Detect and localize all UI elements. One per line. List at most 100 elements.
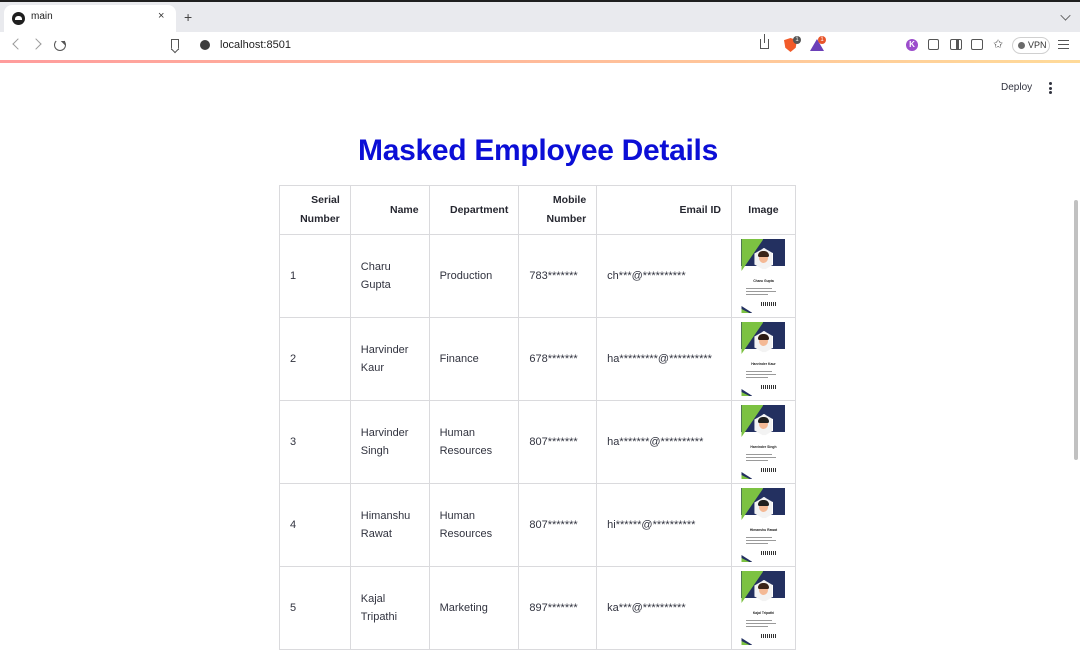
mobile-cell: 807******* [518, 483, 598, 567]
card-detail-line [746, 620, 773, 621]
address-bar[interactable]: localhost:8501 [220, 39, 291, 51]
employee-id-card-image: Kajal Tripathi [741, 571, 786, 645]
table-row: 5 Kajal Tripathi Marketing 897******* ka***@… [279, 566, 797, 650]
card-detail-line [746, 291, 777, 292]
card-detail-line [746, 543, 769, 544]
email-cell: ha*********@********** [596, 317, 732, 401]
department-cell: Marketing [428, 566, 520, 650]
card-detail-line [746, 460, 769, 461]
card-employee-name: Charu Gupta [753, 279, 774, 283]
vpn-button[interactable]: VPN [1012, 37, 1050, 54]
extensions-puzzle-icon[interactable] [928, 39, 939, 50]
reload-icon[interactable] [54, 39, 66, 51]
card-detail-line [746, 374, 777, 375]
browser-menu-icon[interactable] [1058, 40, 1069, 49]
card-detail-line [746, 288, 773, 289]
new-tab-button[interactable]: + [184, 10, 192, 24]
avatar-hair-icon [758, 500, 770, 506]
card-detail-line [746, 626, 769, 627]
table-header-row: Serial Number Name Department Mobile Num… [279, 185, 797, 235]
employee-id-card-image: Himanshu Rawat [741, 488, 786, 562]
rewards-count-badge: 1 [818, 36, 826, 44]
browser-tab-main[interactable]: main × [4, 5, 176, 32]
employee-id-card-image: Harvinder Kaur [741, 322, 786, 396]
department-cell: Human Resources [428, 400, 520, 484]
name-cell: Harvinder Kaur [349, 317, 430, 401]
share-icon[interactable] [760, 34, 769, 49]
department-cell: Production [428, 234, 520, 318]
email-cell: ka***@********** [596, 566, 732, 650]
employee-table-body: 1 Charu Gupta Production 783******* ch***@**… [279, 234, 797, 650]
image-cell: Himanshu Rawat [730, 483, 797, 567]
avatar-hair-icon [758, 251, 770, 257]
image-cell: Harvinder Singh [730, 400, 797, 484]
card-barcode-icon [761, 634, 778, 638]
serial-cell: 4 [279, 483, 351, 567]
name-cell: Charu Gupta [349, 234, 430, 318]
deploy-button[interactable]: Deploy [1001, 82, 1032, 93]
forward-arrow-icon[interactable] [30, 38, 42, 50]
table-row: 3 Harvinder Singh Human Resources 807******… [279, 400, 797, 484]
employee-table: Serial Number Name Department Mobile Num… [279, 185, 797, 650]
page-title: Masked Employee Details [358, 134, 718, 167]
serial-cell: 2 [279, 317, 351, 401]
streamlit-favicon-icon [12, 12, 25, 25]
card-detail-line [746, 377, 769, 378]
card-detail-line [746, 623, 777, 624]
name-cell: Harvinder Singh [349, 400, 430, 484]
avatar-hair-icon [758, 334, 770, 340]
serial-cell: 5 [279, 566, 351, 650]
mobile-cell: 897******* [518, 566, 598, 650]
name-cell: Himanshu Rawat [349, 483, 430, 567]
email-cell: hi******@********** [596, 483, 732, 567]
card-barcode-icon [761, 385, 778, 389]
column-header-mobile: Mobile Number [518, 185, 598, 235]
image-cell: Charu Gupta [730, 234, 797, 318]
site-info-icon[interactable] [200, 40, 210, 50]
k-extension-icon[interactable]: K [906, 39, 918, 51]
column-header-department: Department [428, 185, 520, 235]
card-barcode-icon [761, 551, 778, 555]
card-detail-line [746, 540, 777, 541]
department-cell: Finance [428, 317, 520, 401]
card-barcode-icon [761, 302, 778, 306]
avatar-hair-icon [758, 417, 770, 423]
card-detail-line [746, 454, 773, 455]
tab-search-chevron-icon[interactable] [1060, 10, 1071, 21]
name-cell: Kajal Tripathi [349, 566, 430, 650]
column-header-email: Email ID [596, 185, 732, 235]
card-barcode-icon [761, 468, 778, 472]
image-cell: Harvinder Kaur [730, 317, 797, 401]
sidebar-toggle-icon[interactable] [950, 39, 962, 50]
serial-cell: 3 [279, 400, 351, 484]
back-arrow-icon[interactable] [12, 38, 24, 50]
column-header-image: Image [730, 185, 797, 235]
card-detail-line [746, 371, 773, 372]
page-scrollbar[interactable] [1074, 200, 1078, 460]
mobile-cell: 807******* [518, 400, 598, 484]
wallet-icon[interactable] [971, 39, 983, 50]
card-detail-line [746, 457, 777, 458]
image-cell: Kajal Tripathi [730, 566, 797, 650]
card-employee-name: Kajal Tripathi [752, 611, 775, 615]
card-detail-line [746, 294, 769, 295]
browser-tab-strip: main × + [0, 0, 1080, 32]
card-employee-name: Harvinder Kaur [751, 362, 776, 366]
avatar-hair-icon [758, 583, 770, 589]
table-row: 2 Harvinder Kaur Finance 678******* ha******… [279, 317, 797, 401]
card-employee-name: Himanshu Rawat [749, 528, 778, 532]
mobile-cell: 783******* [518, 234, 598, 318]
column-header-serial: Serial Number [279, 185, 351, 235]
serial-cell: 1 [279, 234, 351, 318]
bookmark-icon[interactable] [171, 39, 179, 50]
card-detail-line [746, 537, 773, 538]
tab-title: main [31, 11, 53, 22]
close-tab-icon[interactable]: × [158, 10, 164, 22]
streamlit-decoration-bar [0, 60, 1080, 63]
main-menu-kebab-icon[interactable] [1049, 82, 1052, 94]
table-row: 1 Charu Gupta Production 783******* ch***@**… [279, 234, 797, 318]
email-cell: ha*******@********** [596, 400, 732, 484]
employee-id-card-image: Charu Gupta [741, 239, 786, 313]
leo-ai-icon[interactable]: ✩ [993, 38, 1003, 50]
table-row: 4 Himanshu Rawat Human Resources 807*******… [279, 483, 797, 567]
